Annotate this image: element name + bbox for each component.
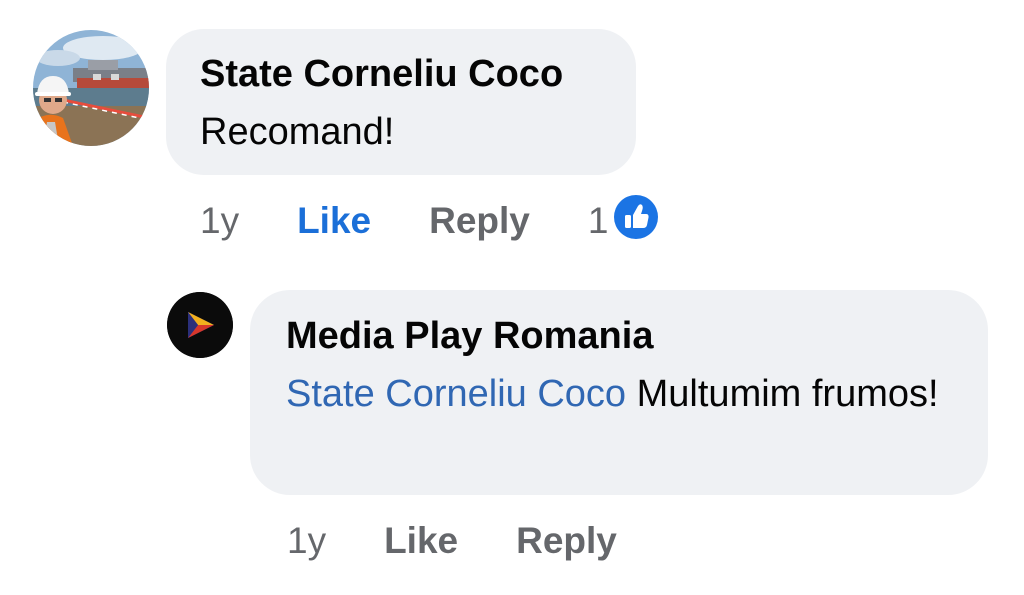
thumbs-up-icon	[614, 195, 659, 239]
comment-timestamp[interactable]: 1y	[200, 196, 239, 246]
comment-bubble: Media Play Romania State Corneliu Coco M…	[250, 290, 988, 495]
like-button[interactable]: Like	[384, 516, 458, 566]
profile-photo-icon	[33, 30, 149, 146]
like-button[interactable]: Like	[297, 196, 371, 246]
comment-text: Recomand!	[200, 111, 395, 153]
comment-author-name[interactable]: State Corneliu Coco	[200, 51, 563, 97]
comment-timestamp[interactable]: 1y	[287, 516, 326, 566]
comment-thread: State Corneliu Coco Recomand! 1y Like Re…	[0, 0, 1024, 595]
comment-bubble: State Corneliu Coco Recomand!	[166, 29, 636, 175]
reply-button[interactable]: Reply	[429, 196, 530, 246]
mention-link[interactable]: State Corneliu Coco	[286, 373, 626, 415]
comment-actions: 1y Like Reply 1	[200, 195, 659, 246]
reply-button[interactable]: Reply	[516, 516, 617, 566]
comment-text-body: Multumim frumos!	[636, 373, 939, 415]
comment-author-name[interactable]: Media Play Romania	[286, 313, 653, 359]
reaction-summary[interactable]: 1	[587, 195, 659, 246]
comment-text: State Corneliu Coco Multumim frumos!	[286, 369, 946, 419]
comment-actions: 1y Like Reply	[287, 516, 617, 566]
reaction-count: 1	[587, 200, 609, 241]
media-play-logo-icon	[167, 292, 233, 358]
avatar[interactable]	[167, 292, 233, 358]
avatar[interactable]	[33, 30, 149, 146]
